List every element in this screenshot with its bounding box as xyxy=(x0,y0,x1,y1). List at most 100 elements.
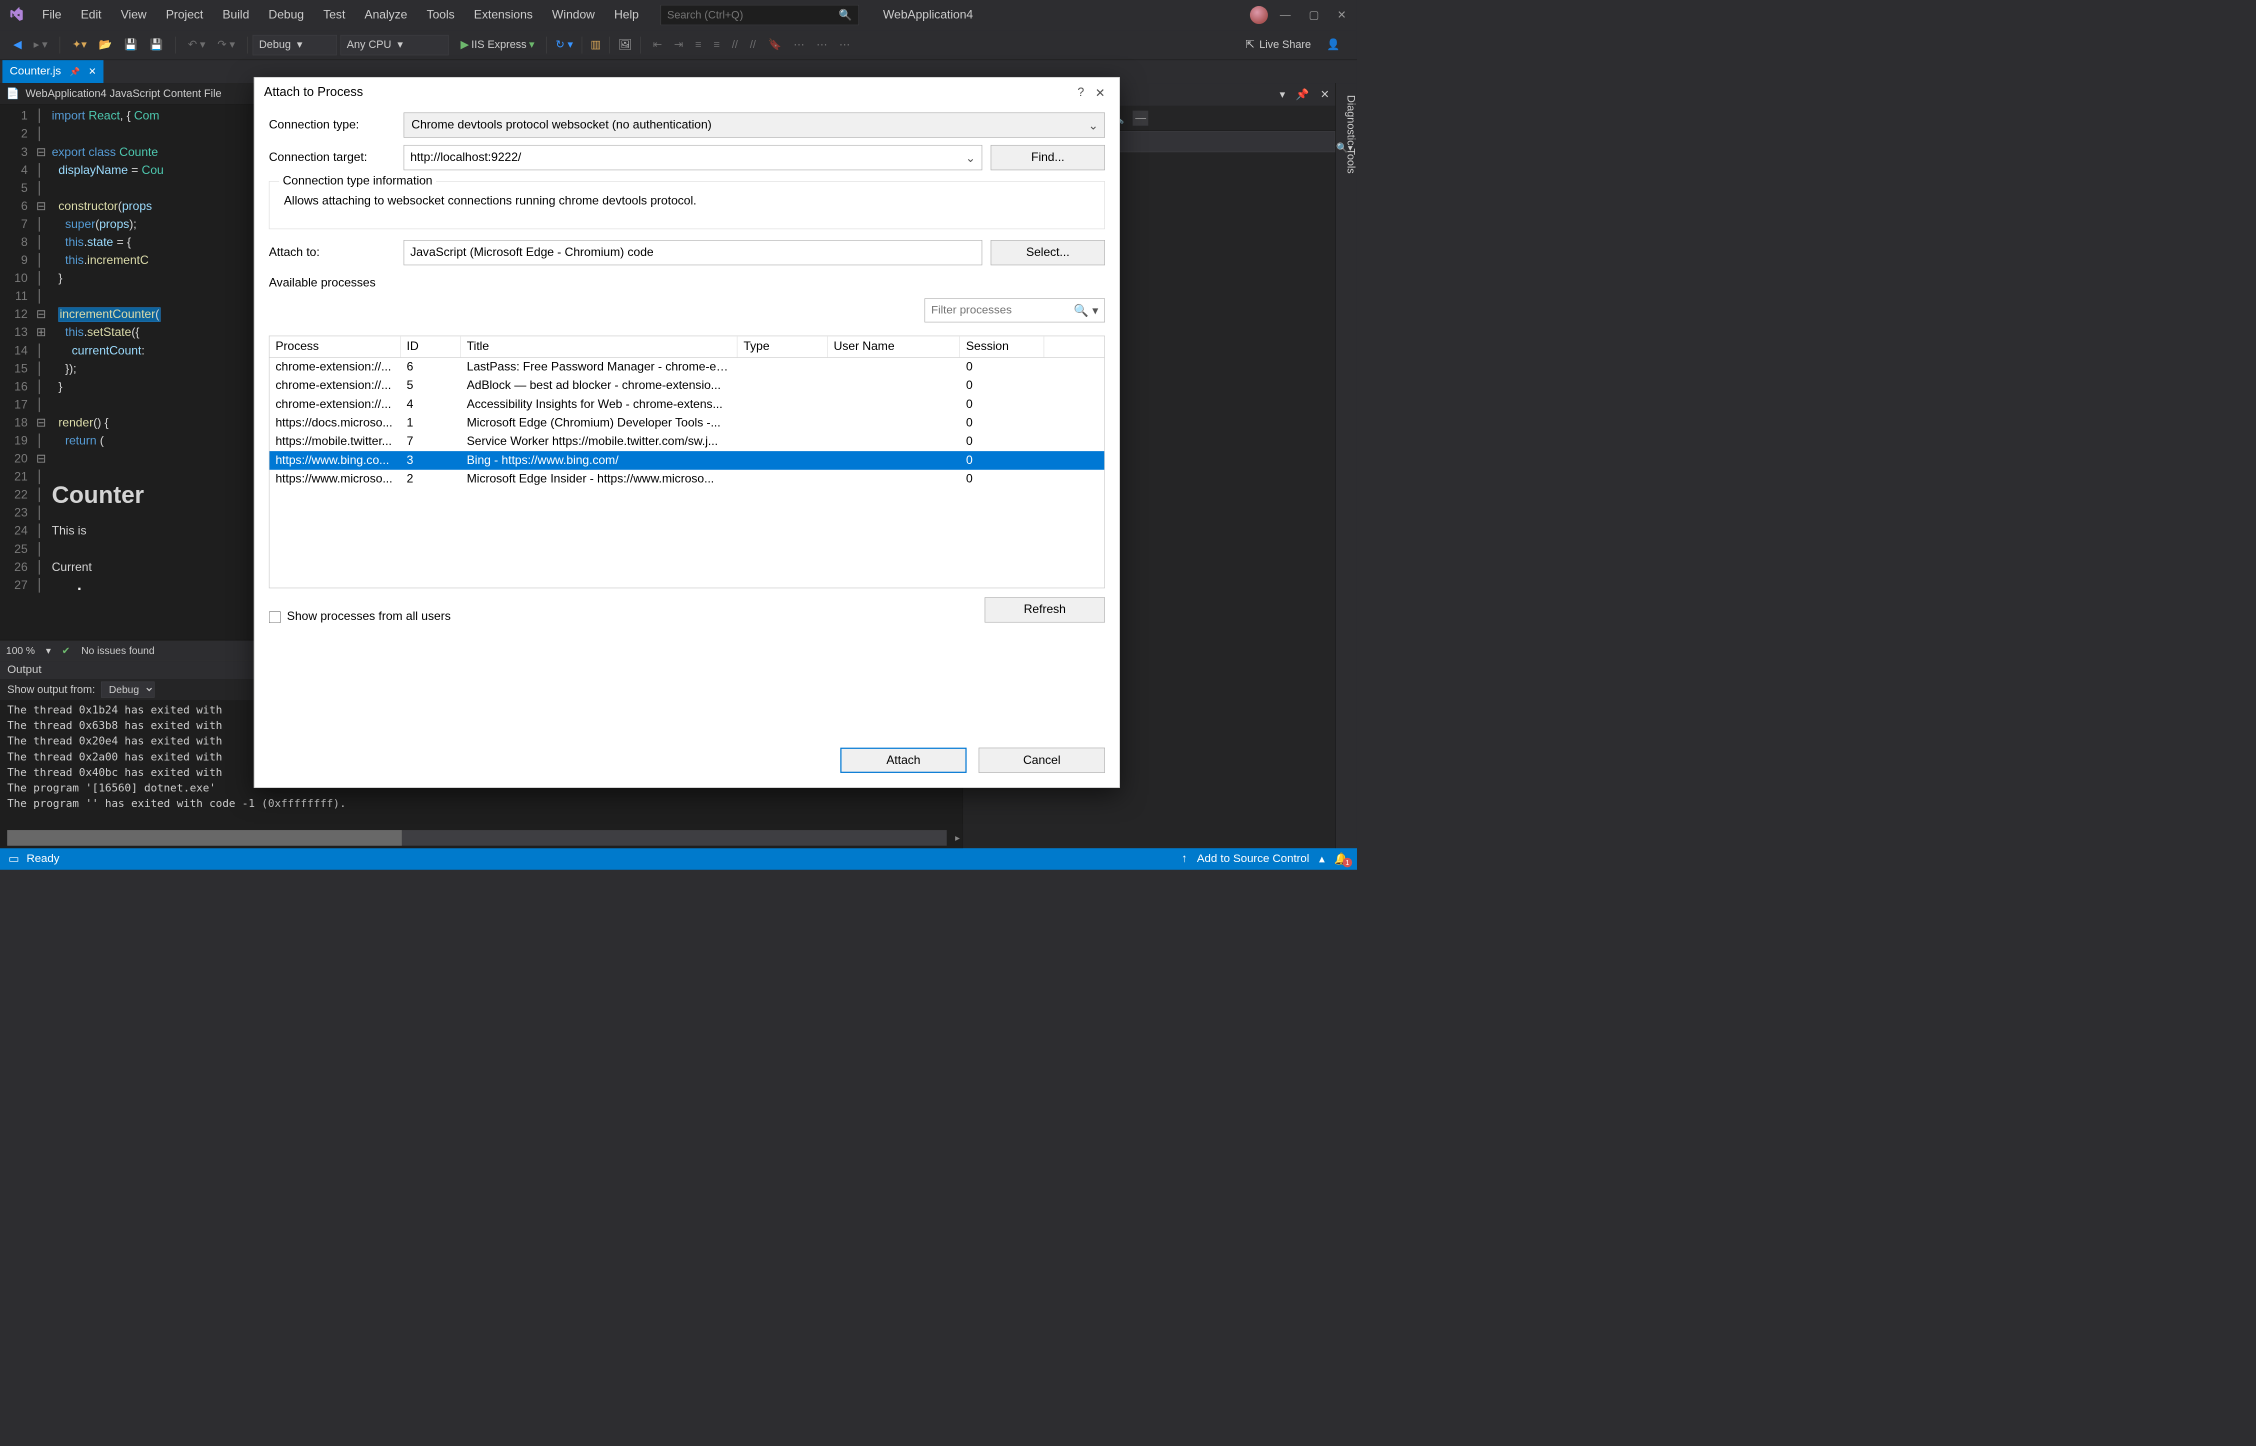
nav-back-button[interactable]: ◀ xyxy=(10,36,26,53)
show-all-users-checkbox[interactable]: Show processes from all users xyxy=(269,610,451,624)
open-file-button[interactable]: 📂 xyxy=(95,36,116,53)
live-share-button[interactable]: ⇱ Live Share xyxy=(1245,38,1311,51)
menu-analyze[interactable]: Analyze xyxy=(355,5,417,26)
uncomment-button: // xyxy=(746,36,759,53)
user-avatar[interactable] xyxy=(1250,6,1268,24)
notifications-button[interactable]: 🔔1 xyxy=(1334,852,1348,866)
dialog-close-button[interactable]: ✕ xyxy=(1091,85,1110,100)
process-row[interactable]: https://docs.microso...1 Microsoft Edge … xyxy=(269,414,1104,433)
redo-button: ↷ ▾ xyxy=(214,36,239,53)
find-button[interactable]: Find... xyxy=(991,145,1105,170)
tb-ext1: ⋯ xyxy=(790,36,808,53)
output-source-label: Show output from: xyxy=(7,683,95,696)
publish-arrow-icon[interactable]: ↑ xyxy=(1182,852,1188,865)
live-share-person-icon[interactable]: 👤 xyxy=(1323,36,1344,53)
tab-label: Counter.js xyxy=(10,65,61,78)
save-button[interactable]: 💾 xyxy=(121,36,142,53)
line-number-gutter: 1234567891011121314151617181920212223242… xyxy=(0,105,36,640)
process-row[interactable]: https://www.microso...2 Microsoft Edge I… xyxy=(269,470,1104,489)
platform-dropdown[interactable]: Any CPU▾ xyxy=(340,35,448,55)
process-row[interactable]: https://mobile.twitter...7 Service Worke… xyxy=(269,432,1104,451)
process-row[interactable]: chrome-extension://...4 Accessibility In… xyxy=(269,395,1104,414)
editor-hscrollbar[interactable]: ▸ xyxy=(7,830,947,846)
save-all-button[interactable]: 💾 xyxy=(146,36,167,53)
window-close[interactable]: ✕ xyxy=(1337,9,1346,22)
connection-type-info: Connection type information Allows attac… xyxy=(269,181,1105,229)
connection-target-input[interactable]: ⌄ xyxy=(404,145,983,170)
refresh-button[interactable]: Refresh xyxy=(985,597,1105,622)
new-item-button[interactable]: ✦▾ xyxy=(69,36,91,53)
status-ready: Ready xyxy=(26,852,59,865)
attach-button[interactable]: Attach xyxy=(840,748,966,773)
start-debug-button[interactable]: ▶ IIS Express ▾ xyxy=(457,36,538,53)
refresh-browser-button[interactable]: ↻ ▾ xyxy=(552,36,577,53)
quick-search-input[interactable] xyxy=(667,9,852,22)
select-button[interactable]: Select... xyxy=(991,240,1105,265)
diagnostic-tools-tab[interactable]: Diagnostic Tools xyxy=(1335,83,1357,848)
window-maximize[interactable]: ▢ xyxy=(1309,9,1319,22)
menu-file[interactable]: File xyxy=(32,5,71,26)
filter-dropdown-icon[interactable]: ▾ xyxy=(1092,303,1098,318)
step-into-button: ⇤ xyxy=(649,36,665,53)
dialog-title: Attach to Process xyxy=(264,85,363,99)
menu-tools[interactable]: Tools xyxy=(417,5,464,26)
solution-name: WebApplication4 xyxy=(883,8,973,22)
outdent-button: ≡ xyxy=(692,36,706,53)
zoom-chevron-icon[interactable]: ▾ xyxy=(46,645,51,657)
solution-dropdown-icon[interactable]: ▾ xyxy=(1280,88,1285,101)
filter-processes-input[interactable]: 🔍▾ xyxy=(925,298,1105,322)
issues-text: No issues found xyxy=(81,645,154,657)
cancel-button[interactable]: Cancel xyxy=(979,748,1105,773)
zoom-level[interactable]: 100 % xyxy=(6,645,35,657)
close-tab-icon[interactable]: ✕ xyxy=(88,66,96,78)
attach-to-field: JavaScript (Microsoft Edge - Chromium) c… xyxy=(404,240,983,265)
nav-fwd-button: ▸ ▾ xyxy=(30,36,51,53)
connection-info-text: Allows attaching to websocket connection… xyxy=(279,194,1095,208)
process-row[interactable]: https://www.bing.co...3 Bing - https://w… xyxy=(269,451,1104,470)
filter-search-icon[interactable]: 🔍 xyxy=(1074,303,1089,318)
menu-debug[interactable]: Debug xyxy=(259,5,314,26)
solution-close-icon[interactable]: ✕ xyxy=(1320,88,1329,101)
process-row[interactable]: chrome-extension://...5 AdBlock — best a… xyxy=(269,377,1104,396)
available-processes-label: Available processes xyxy=(269,276,1105,290)
tb-ext2: ⋯ xyxy=(813,36,831,53)
chevron-up-icon[interactable]: ▴ xyxy=(1319,852,1325,866)
image-button[interactable]: 🖼 xyxy=(615,36,636,53)
status-icon: ▭ xyxy=(8,852,19,866)
connection-type-dropdown[interactable]: Chrome devtools protocol websocket (no a… xyxy=(404,112,1105,137)
attach-to-label: Attach to: xyxy=(269,246,395,260)
output-source-dropdown[interactable]: Debug xyxy=(101,681,155,697)
menu-project[interactable]: Project xyxy=(156,5,213,26)
menu-extensions[interactable]: Extensions xyxy=(464,5,542,26)
solution-search-icon[interactable]: 🔍▾ xyxy=(1335,142,1353,154)
menu-build[interactable]: Build xyxy=(213,5,259,26)
bookmark-button: 🔖 xyxy=(764,36,785,53)
browse-button[interactable]: ▥ xyxy=(587,36,604,53)
menu-edit[interactable]: Edit xyxy=(71,5,111,26)
tag-icon[interactable]: — xyxy=(1133,111,1149,126)
pin-icon[interactable]: 📌 xyxy=(70,66,80,76)
status-bar: ▭ Ready ↑ Add to Source Control ▴ 🔔1 xyxy=(0,848,1357,870)
comment-button: // xyxy=(728,36,741,53)
menu-test[interactable]: Test xyxy=(314,5,355,26)
process-table[interactable]: Process ID Title Type User Name Session … xyxy=(269,336,1105,589)
step-over-button: ⇥ xyxy=(670,36,686,53)
main-toolbar: ◀ ▸ ▾ ✦▾ 📂 💾 💾 ↶ ▾ ↷ ▾ Debug▾ Any CPU▾ ▶… xyxy=(0,30,1357,60)
file-icon: 📄 xyxy=(6,87,19,100)
fold-gutter[interactable]: ││⊟││⊟│││││⊟⊞││││⊟│⊟│││││││ xyxy=(36,105,52,640)
dialog-help-button[interactable]: ? xyxy=(1071,86,1090,100)
window-minimize[interactable]: — xyxy=(1280,9,1291,22)
menu-window[interactable]: Window xyxy=(542,5,604,26)
config-dropdown[interactable]: Debug▾ xyxy=(252,35,336,55)
undo-button: ↶ ▾ xyxy=(184,36,209,53)
tab-counter-js[interactable]: Counter.js 📌 ✕ xyxy=(2,60,103,83)
source-control-button[interactable]: Add to Source Control xyxy=(1197,852,1309,865)
process-row[interactable]: chrome-extension://...6 LastPass: Free P… xyxy=(269,358,1104,377)
menu-help[interactable]: Help xyxy=(604,5,648,26)
solution-pin-icon[interactable]: 📌 xyxy=(1296,88,1309,101)
connection-type-label: Connection type: xyxy=(269,118,395,132)
menu-view[interactable]: View xyxy=(111,5,156,26)
process-table-header: Process ID Title Type User Name Session xyxy=(269,336,1104,358)
connection-info-legend: Connection type information xyxy=(279,174,436,188)
quick-search[interactable]: 🔍 xyxy=(660,5,858,25)
